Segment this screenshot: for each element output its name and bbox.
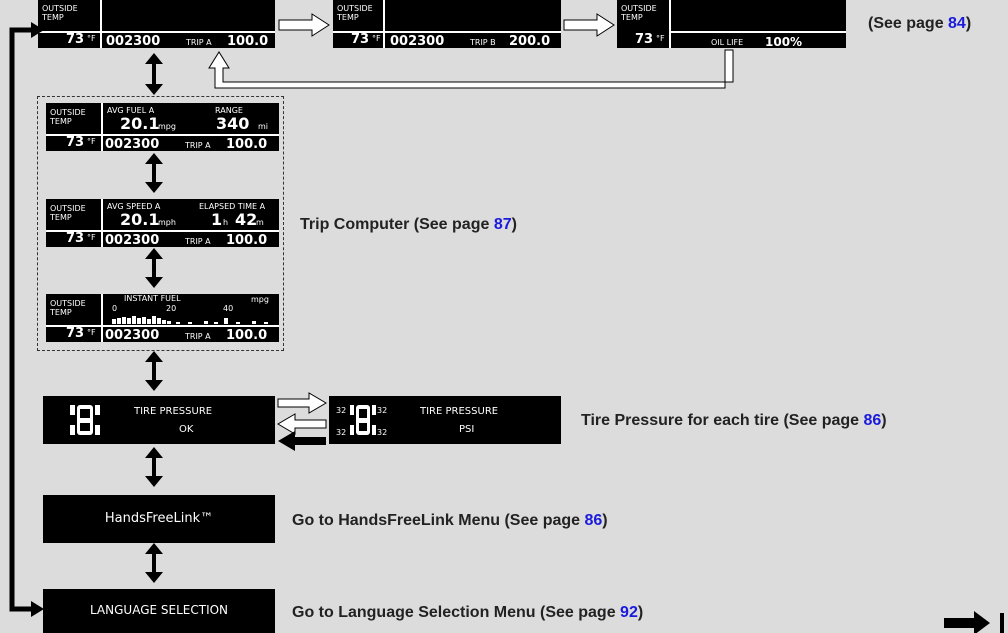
double-arrow-3 xyxy=(145,248,163,288)
right-arrow-hollow xyxy=(277,392,327,414)
double-arrow-4 xyxy=(145,351,163,391)
continue-arrow xyxy=(944,611,990,633)
return-arrow-hollow xyxy=(208,49,734,89)
loop-arrow-head-top xyxy=(31,22,44,38)
double-arrow-6 xyxy=(145,543,163,583)
right-arrow-hollow xyxy=(563,13,615,37)
left-arrow-hollow xyxy=(277,413,327,435)
flow-arrows xyxy=(9,13,1004,633)
loop-arrow-head-bottom xyxy=(31,601,44,617)
right-arrow-hollow xyxy=(278,13,330,37)
double-arrow-2 xyxy=(145,153,163,193)
double-arrow-5 xyxy=(145,447,163,487)
loop-back-line xyxy=(9,27,34,612)
double-arrow-1 xyxy=(145,53,163,95)
left-arrow-solid xyxy=(278,431,326,451)
continue-marker xyxy=(1000,613,1004,633)
